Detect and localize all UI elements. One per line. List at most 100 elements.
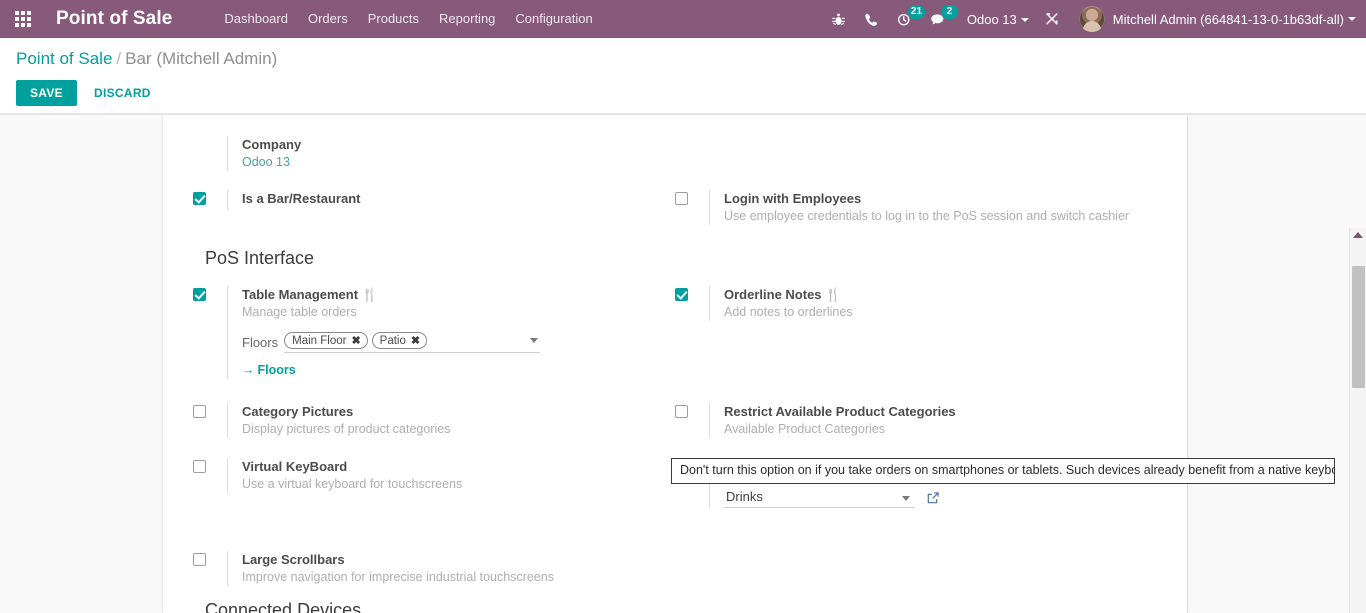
restrict-categories-checkbox-cell <box>675 403 709 438</box>
discard-button[interactable]: DISCARD <box>83 80 162 106</box>
vertical-scrollbar[interactable] <box>1349 228 1366 613</box>
login-with-employees-text: Login with Employees Use employee creden… <box>709 190 1157 225</box>
virtual-keyboard-checkbox[interactable] <box>193 460 206 473</box>
large-scrollbars-checkbox[interactable] <box>193 553 206 566</box>
floors-tag-input[interactable]: Main Floor ✖ Patio ✖ <box>284 332 541 353</box>
main-menu: Dashboard Orders Products Reporting Conf… <box>214 0 602 38</box>
breadcrumb-separator: / <box>116 49 122 68</box>
fork-knife-icon: 🍴 <box>825 287 842 302</box>
start-category-select-wrap: Drinks <box>724 487 914 508</box>
chevron-down-icon <box>1348 17 1356 21</box>
setting-large-scrollbars-block: Large Scrollbars Improve navigation for … <box>193 551 661 586</box>
floors-tag-main-floor-label: Main Floor <box>292 334 347 347</box>
setting-login-with-employees: Login with Employees Use employee creden… <box>675 190 1157 244</box>
orderline-notes-label: Orderline Notes 🍴 <box>724 286 1157 303</box>
close-icon[interactable]: ✖ <box>351 334 360 347</box>
company-value[interactable]: Odoo 13 <box>242 154 661 171</box>
table-management-checkbox[interactable] <box>193 288 206 301</box>
setting-virtual-keyboard-block: Virtual KeyBoard Use a virtual keyboard … <box>193 458 661 493</box>
table-management-checkbox-cell <box>193 286 227 379</box>
breadcrumb-current: Bar (Mitchell Admin) <box>125 49 278 68</box>
avatar <box>1078 6 1105 32</box>
menu-item-configuration[interactable]: Configuration <box>505 0 602 38</box>
activity-clock-icon[interactable]: 21 <box>888 0 926 38</box>
setting-large-scrollbars: Large Scrollbars Improve navigation for … <box>193 551 675 592</box>
top-navbar: Point of Sale Dashboard Orders Products … <box>0 0 1366 38</box>
database-selector[interactable]: Odoo 13 <box>955 12 1035 27</box>
content-top-divider <box>0 114 1366 115</box>
start-category-select[interactable]: Drinks <box>724 487 914 508</box>
control-panel: Point of Sale / Bar (Mitchell Admin) SAVE … <box>0 38 1366 137</box>
orderline-notes-text: Orderline Notes 🍴 Add notes to orderline… <box>709 286 1157 321</box>
arrow-right-icon: → <box>242 363 255 377</box>
is-bar-restaurant-text: Is a Bar/Restaurant <box>227 190 661 210</box>
large-scrollbars-label: Large Scrollbars <box>242 552 345 567</box>
restrict-categories-checkbox[interactable] <box>675 405 688 418</box>
settings-column-left: Company Odoo 13 <box>193 136 675 190</box>
settings-sheet: Company Odoo 13 Is a Bar/Restaurant Logi… <box>162 114 1188 613</box>
floors-internal-link[interactable]: → Floors <box>242 363 296 377</box>
login-with-employees-label: Login with Employees <box>724 191 862 206</box>
wrench-debug-icon[interactable] <box>1035 0 1069 38</box>
large-scrollbars-help: Improve navigation for imprecise industr… <box>242 570 554 584</box>
category-pictures-checkbox-cell <box>193 403 227 438</box>
floors-internal-link-label: Floors <box>257 363 296 377</box>
table-management-label: Table Management 🍴 <box>242 286 661 303</box>
chevron-down-icon[interactable] <box>530 338 539 343</box>
login-with-employees-checkbox[interactable] <box>675 192 688 205</box>
bug-icon[interactable] <box>822 0 855 38</box>
breadcrumb-root-link[interactable]: Point of Sale <box>16 49 112 68</box>
orderline-notes-label-text: Orderline Notes <box>724 287 822 302</box>
restrict-categories-help: Available Product Categories <box>724 422 885 436</box>
setting-category-pictures: Category Pictures Display pictures of pr… <box>193 403 675 527</box>
setting-is-bar-restaurant: Is a Bar/Restaurant <box>193 190 675 244</box>
navbar-right-tools: 21 2 Odoo 13 Mitchell Admin (664841-13-0… <box>822 0 1366 38</box>
app-brand-title[interactable]: Point of Sale <box>46 8 178 30</box>
section-title-pos-interface: PoS Interface <box>205 248 315 268</box>
category-pictures-label: Category Pictures <box>242 404 354 419</box>
large-scrollbars-text: Large Scrollbars Improve navigation for … <box>227 551 661 586</box>
orderline-notes-checkbox-cell <box>675 286 709 321</box>
is-bar-restaurant-checkbox[interactable] <box>193 192 206 205</box>
user-menu[interactable]: Mitchell Admin (664841-13-0-1b63df-all) <box>1069 6 1356 32</box>
close-icon[interactable]: ✖ <box>411 334 420 347</box>
scrollbar-thumb[interactable] <box>1352 266 1365 388</box>
company-text: Company Odoo 13 <box>227 136 661 171</box>
apps-grid-icon[interactable] <box>0 0 46 38</box>
breadcrumb: Point of Sale / Bar (Mitchell Admin) <box>16 38 1350 71</box>
login-with-employees-checkbox-cell <box>675 190 709 225</box>
setting-orderline-notes-block: Orderline Notes 🍴 Add notes to orderline… <box>675 286 1157 321</box>
start-category-select-row: Drinks <box>724 487 1157 508</box>
scroll-up-arrow-icon[interactable] <box>1353 232 1363 238</box>
company-label: Company <box>242 137 302 152</box>
user-name-label: Mitchell Admin (664841-13-0-1b63df-all) <box>1112 11 1344 27</box>
login-with-employees-help: Use employee credentials to log in to th… <box>724 209 1130 223</box>
virtual-keyboard-tooltip: Don't turn this option on if you take or… <box>671 458 1335 484</box>
floors-tag-main-floor[interactable]: Main Floor ✖ <box>284 332 368 349</box>
table-management-help: Manage table orders <box>242 305 357 319</box>
menu-item-orders[interactable]: Orders <box>298 0 358 38</box>
category-pictures-help: Display pictures of product categories <box>242 422 451 436</box>
menu-item-products[interactable]: Products <box>358 0 429 38</box>
chat-bubble-icon[interactable]: 2 <box>921 0 958 38</box>
is-bar-restaurant-checkbox-cell <box>193 190 227 210</box>
setting-orderline-notes: Orderline Notes 🍴 Add notes to orderline… <box>675 286 1157 385</box>
setting-company: Company Odoo 13 <box>193 136 661 171</box>
settings-column-right-spacer-2 <box>675 527 1157 592</box>
category-pictures-text: Category Pictures Display pictures of pr… <box>227 403 661 438</box>
settings-grid: Company Odoo 13 Is a Bar/Restaurant Logi… <box>193 136 1157 613</box>
category-pictures-checkbox[interactable] <box>193 405 206 418</box>
menu-item-reporting[interactable]: Reporting <box>429 0 505 38</box>
setting-category-pictures-block: Category Pictures Display pictures of pr… <box>193 403 661 438</box>
phone-icon[interactable] <box>855 0 888 38</box>
virtual-keyboard-checkbox-cell <box>193 458 227 493</box>
fork-knife-icon: 🍴 <box>361 287 378 302</box>
external-link-icon[interactable] <box>926 491 940 505</box>
large-scrollbars-checkbox-cell <box>193 551 227 586</box>
save-button[interactable]: SAVE <box>16 80 77 106</box>
orderline-notes-checkbox[interactable] <box>675 288 688 301</box>
floors-tag-patio[interactable]: Patio ✖ <box>371 332 428 349</box>
menu-item-dashboard[interactable]: Dashboard <box>214 0 298 38</box>
settings-column-right-spacer-1 <box>675 136 1157 190</box>
restrict-categories-label: Restrict Available Product Categories <box>724 404 956 419</box>
